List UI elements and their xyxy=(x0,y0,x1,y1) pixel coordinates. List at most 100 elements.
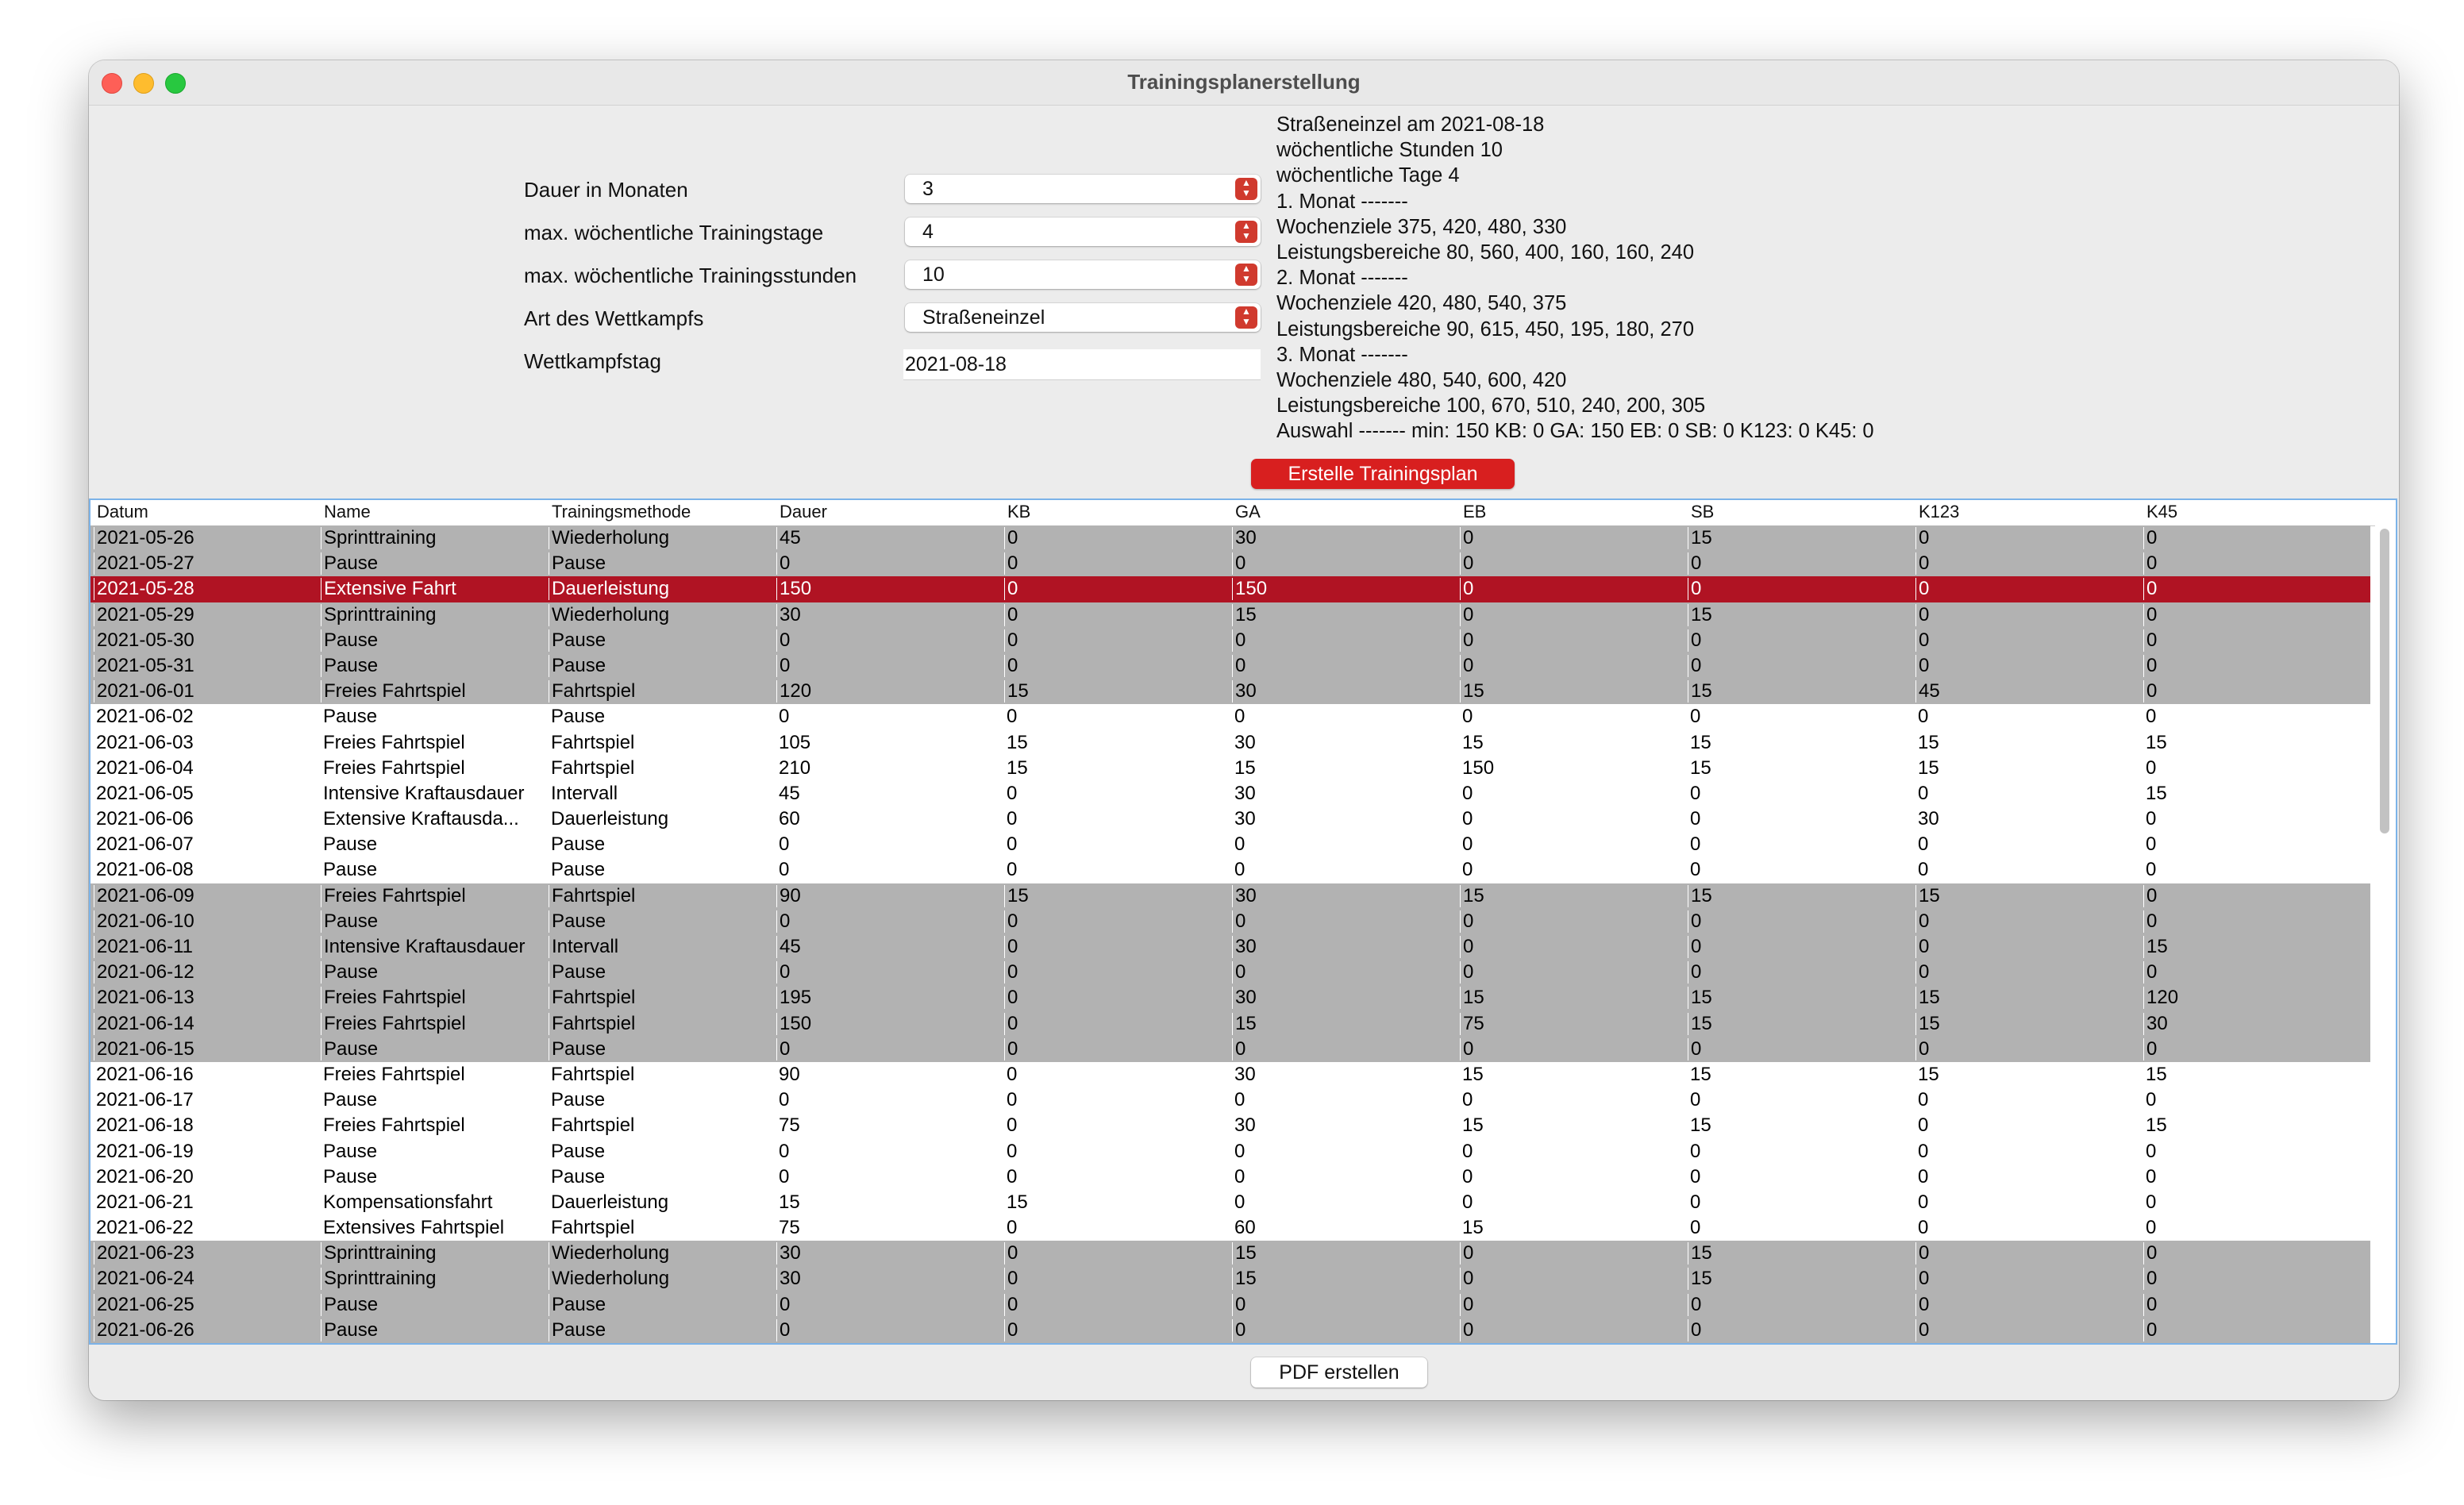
duration-select[interactable]: 3 ▲ ▼ xyxy=(905,175,1261,203)
table-row[interactable]: 2021-06-10 Pause Pause 0 0 0 0 0 0 0 xyxy=(90,908,2370,934)
column-header-trainingsmethode[interactable]: Trainingsmethode xyxy=(552,502,691,522)
table-cell: Fahrtspiel xyxy=(551,1063,635,1085)
table-cell: 0 xyxy=(1690,833,1701,856)
competition-type-select[interactable]: Straßeneinzel ▲ ▼ xyxy=(905,303,1261,332)
table-cell: 0 xyxy=(1915,578,2143,601)
chevron-updown-icon[interactable]: ▲ ▼ xyxy=(1235,264,1257,286)
column-header-datum[interactable]: Datum xyxy=(97,502,148,522)
table-row[interactable]: 2021-06-11 Intensive Kraftausdauer Interva… xyxy=(90,934,2370,960)
table-row[interactable]: 2021-06-21 Kompensationsfahrt Dauerleistun… xyxy=(90,1189,2370,1216)
table-row[interactable]: 2021-06-08 Pause Pause 0 0 0 0 0 0 0 xyxy=(90,857,2370,883)
table-cell: 45 xyxy=(779,782,800,804)
table-cell: 0 xyxy=(1234,833,1245,856)
table-row[interactable]: 2021-06-20 Pause Pause 0 0 0 0 0 0 0 xyxy=(90,1164,2370,1190)
table-row[interactable]: 2021-06-19 Pause Pause 0 0 0 0 0 0 0 xyxy=(90,1138,2370,1164)
table-cell: 2021-06-03 xyxy=(96,731,194,753)
table-cell: 0 xyxy=(1004,1012,1231,1035)
table-cell: 0 xyxy=(1460,654,1687,677)
chevron-updown-icon[interactable]: ▲ ▼ xyxy=(1235,178,1257,200)
table-cell: Extensive Fahrt xyxy=(321,578,548,601)
table-cell: 0 xyxy=(779,1165,790,1187)
table-cell: 0 xyxy=(1690,1089,1701,1111)
table-cell: Pause xyxy=(321,629,548,652)
table-row[interactable]: 2021-06-22 Extensives Fahrtspiel Fahrtspie… xyxy=(90,1215,2370,1241)
table-row[interactable]: 2021-06-04 Freies Fahrtspiel Fahrtspiel 210… xyxy=(90,755,2370,781)
table-row[interactable]: 2021-05-30 Pause Pause 0 0 0 0 0 0 0 xyxy=(90,627,2370,653)
table-cell: 0 xyxy=(1004,654,1231,677)
table-cell: 0 xyxy=(1690,706,1701,728)
create-plan-button[interactable]: Erstelle Trainingsplan xyxy=(1251,459,1515,489)
table-cell: 0 xyxy=(1690,859,1701,881)
table-cell: 0 xyxy=(776,1037,1003,1060)
table-cell: 0 xyxy=(1460,629,1687,652)
table-row[interactable]: 2021-06-14 Freies Fahrtspiel Fahrtspiel 150… xyxy=(90,1010,2370,1037)
column-header-k123[interactable]: K123 xyxy=(1919,502,1959,522)
table-row[interactable]: 2021-06-12 Pause Pause 0 0 0 0 0 0 0 xyxy=(90,960,2370,986)
duration-label: Dauer in Monaten xyxy=(524,178,688,202)
table-row[interactable]: 2021-06-09 Freies Fahrtspiel Fahrtspiel 90 1… xyxy=(90,883,2370,909)
scrollbar-thumb[interactable] xyxy=(2380,529,2389,833)
column-header-sb[interactable]: SB xyxy=(1691,502,1714,522)
table-cell: 15 xyxy=(1688,987,1915,1010)
table-row[interactable]: 2021-06-16 Freies Fahrtspiel Fahrtspiel 90 0… xyxy=(90,1061,2370,1088)
table-row[interactable]: 2021-06-15 Pause Pause 0 0 0 0 0 0 0 xyxy=(90,1036,2370,1062)
table-row[interactable]: 2021-06-06 Extensive Kraftausda... Dauerle… xyxy=(90,806,2370,833)
create-pdf-button[interactable]: PDF erstellen xyxy=(1251,1357,1427,1388)
table-row[interactable]: 2021-06-03 Freies Fahrtspiel Fahrtspiel 105… xyxy=(90,729,2370,756)
table-row[interactable]: 2021-06-07 Pause Pause 0 0 0 0 0 0 0 xyxy=(90,832,2370,858)
competition-date-field[interactable]: 2021-08-18 xyxy=(903,349,1261,380)
table-cell: 0 xyxy=(776,1318,1003,1341)
table-row[interactable]: 2021-06-26 Pause Pause 0 0 0 0 0 0 0 xyxy=(90,1317,2370,1343)
column-header-name[interactable]: Name xyxy=(324,502,371,522)
table-cell: 2021-06-05 xyxy=(96,782,194,804)
table-row[interactable]: 2021-05-27 Pause Pause 0 0 0 0 0 0 0 xyxy=(90,551,2370,577)
table-cell: 15 xyxy=(1007,1191,1028,1213)
table-row[interactable]: 2021-06-25 Pause Pause 0 0 0 0 0 0 0 xyxy=(90,1291,2370,1318)
table-row[interactable]: 2021-05-26 Sprinttraining Wiederholung 45 0 3… xyxy=(90,525,2370,552)
table-cell: Dauerleistung xyxy=(551,808,669,830)
table-row[interactable]: 2021-05-29 Sprinttraining Wiederholung 30 0 1… xyxy=(90,602,2370,628)
training-days-select[interactable]: 4 ▲ ▼ xyxy=(905,217,1261,246)
table-row[interactable]: 2021-06-13 Freies Fahrtspiel Fahrtspiel 195… xyxy=(90,985,2370,1011)
table-cell: 75 xyxy=(1460,1012,1687,1035)
table-cell: 0 xyxy=(1915,603,2143,626)
column-header-k45[interactable]: K45 xyxy=(2146,502,2177,522)
table-row[interactable]: 2021-06-17 Pause Pause 0 0 0 0 0 0 0 xyxy=(90,1087,2370,1114)
table-cell: Dauerleistung xyxy=(549,578,776,601)
chevron-updown-icon[interactable]: ▲ ▼ xyxy=(1235,306,1257,329)
plan-summary: Straßeneinzel am 2021-08-18 wöchentliche … xyxy=(1276,112,1874,445)
table-cell: 0 xyxy=(2143,961,2370,984)
table-cell: Freies Fahrtspiel xyxy=(321,680,548,703)
table-cell: 0 xyxy=(1918,859,1929,881)
column-header-dauer[interactable]: Dauer xyxy=(780,502,827,522)
table-cell: 15 xyxy=(1460,987,1687,1010)
table-cell: Intervall xyxy=(549,936,776,958)
table-cell: 0 xyxy=(1915,527,2143,549)
table-cell: 2021-06-12 xyxy=(94,961,319,984)
vertical-scrollbar[interactable] xyxy=(2380,529,2391,1338)
table-cell: 0 xyxy=(1690,1217,1701,1239)
table-row[interactable]: 2021-06-05 Intensive Kraftausdauer Interva… xyxy=(90,780,2370,807)
column-header-kb[interactable]: KB xyxy=(1007,502,1030,522)
column-header-eb[interactable]: EB xyxy=(1463,502,1486,522)
table-cell: 0 xyxy=(776,654,1003,677)
table-row[interactable]: 2021-06-23 Sprinttraining Wiederholung 30 0 1… xyxy=(90,1241,2370,1267)
training-hours-select[interactable]: 10 ▲ ▼ xyxy=(905,260,1261,289)
table-row[interactable]: 2021-06-01 Freies Fahrtspiel Fahrtspiel 120… xyxy=(90,679,2370,705)
table-row[interactable]: 2021-06-02 Pause Pause 0 0 0 0 0 0 0 xyxy=(90,704,2370,730)
chevron-updown-icon[interactable]: ▲ ▼ xyxy=(1235,221,1257,243)
table-cell: Extensive Kraftausda... xyxy=(323,808,519,830)
table-row-selected[interactable]: 2021-05-28 Extensive Fahrt Dauerleistung 15… xyxy=(90,576,2370,602)
table-row[interactable]: 2021-06-24 Sprinttraining Wiederholung 30 0 1… xyxy=(90,1266,2370,1292)
training-plan-table[interactable]: Datum Name Trainingsmethode Dauer KB GA EB SB K1… xyxy=(89,498,2397,1345)
table-cell: 45 xyxy=(776,527,1003,549)
column-header-ga[interactable]: GA xyxy=(1235,502,1261,522)
table-cell: 0 xyxy=(2146,1165,2157,1187)
table-row[interactable]: 2021-05-31 Pause Pause 0 0 0 0 0 0 0 xyxy=(90,652,2370,679)
table-cell: 30 xyxy=(1232,527,1459,549)
table-cell: 30 xyxy=(1234,782,1256,804)
table-cell: 0 xyxy=(1460,603,1687,626)
table-cell: 15 xyxy=(1688,527,1915,549)
table-row[interactable]: 2021-06-18 Freies Fahrtspiel Fahrtspiel 75 0… xyxy=(90,1113,2370,1139)
table-cell: 0 xyxy=(2143,603,2370,626)
